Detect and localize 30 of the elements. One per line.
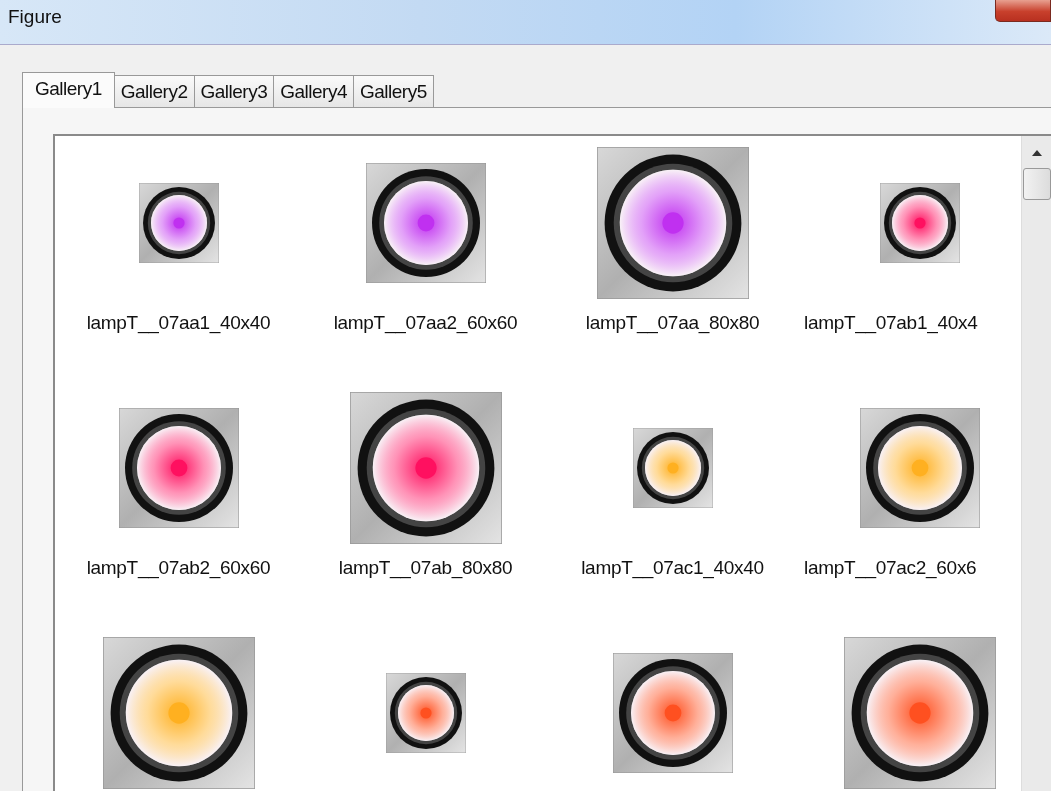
close-button[interactable] xyxy=(995,0,1051,22)
item-label: lampT__07ac1_40x40 xyxy=(581,557,764,579)
lamp-drawing[interactable] xyxy=(879,183,960,263)
item-label: lampT__07ac2_60x6 xyxy=(803,557,977,579)
lamp-drawing[interactable] xyxy=(612,653,733,773)
lamp-drawing[interactable] xyxy=(118,408,239,528)
window-title: Figure xyxy=(8,6,62,28)
tab[interactable]: Gallery2 xyxy=(113,75,195,107)
lamp-drawing[interactable] xyxy=(102,637,255,789)
item-label: lampT__07ab_80x80 xyxy=(338,557,513,579)
tab[interactable]: Gallery3 xyxy=(193,75,275,107)
lamp-drawing[interactable] xyxy=(596,147,749,299)
scroll-up-icon[interactable] xyxy=(1031,150,1042,156)
item-label: lampT__07aa2_60x60 xyxy=(333,312,518,334)
scroll-thumb[interactable] xyxy=(1022,168,1051,200)
lamp-drawing[interactable] xyxy=(632,428,713,508)
tab[interactable]: Gallery5 xyxy=(353,75,434,107)
lamp-drawing[interactable] xyxy=(859,408,980,528)
lamp-drawing[interactable] xyxy=(365,163,486,283)
lamp-drawing[interactable] xyxy=(843,637,996,789)
item-label: lampT__07aa1_40x40 xyxy=(86,312,271,334)
item-label: lampT__07ab1_40x4 xyxy=(803,312,978,334)
item-label: lampT__07aa_80x80 xyxy=(585,312,760,334)
vertical-scrollbar[interactable] xyxy=(1021,136,1051,791)
lamp-drawing[interactable] xyxy=(138,183,219,263)
tab[interactable]: Gallery4 xyxy=(273,75,354,107)
item-label: lampT__07ab2_60x60 xyxy=(86,557,271,579)
lamp-drawing[interactable] xyxy=(349,392,502,544)
tab[interactable]: Gallery1 xyxy=(22,72,115,108)
lamp-drawing[interactable] xyxy=(385,673,466,753)
